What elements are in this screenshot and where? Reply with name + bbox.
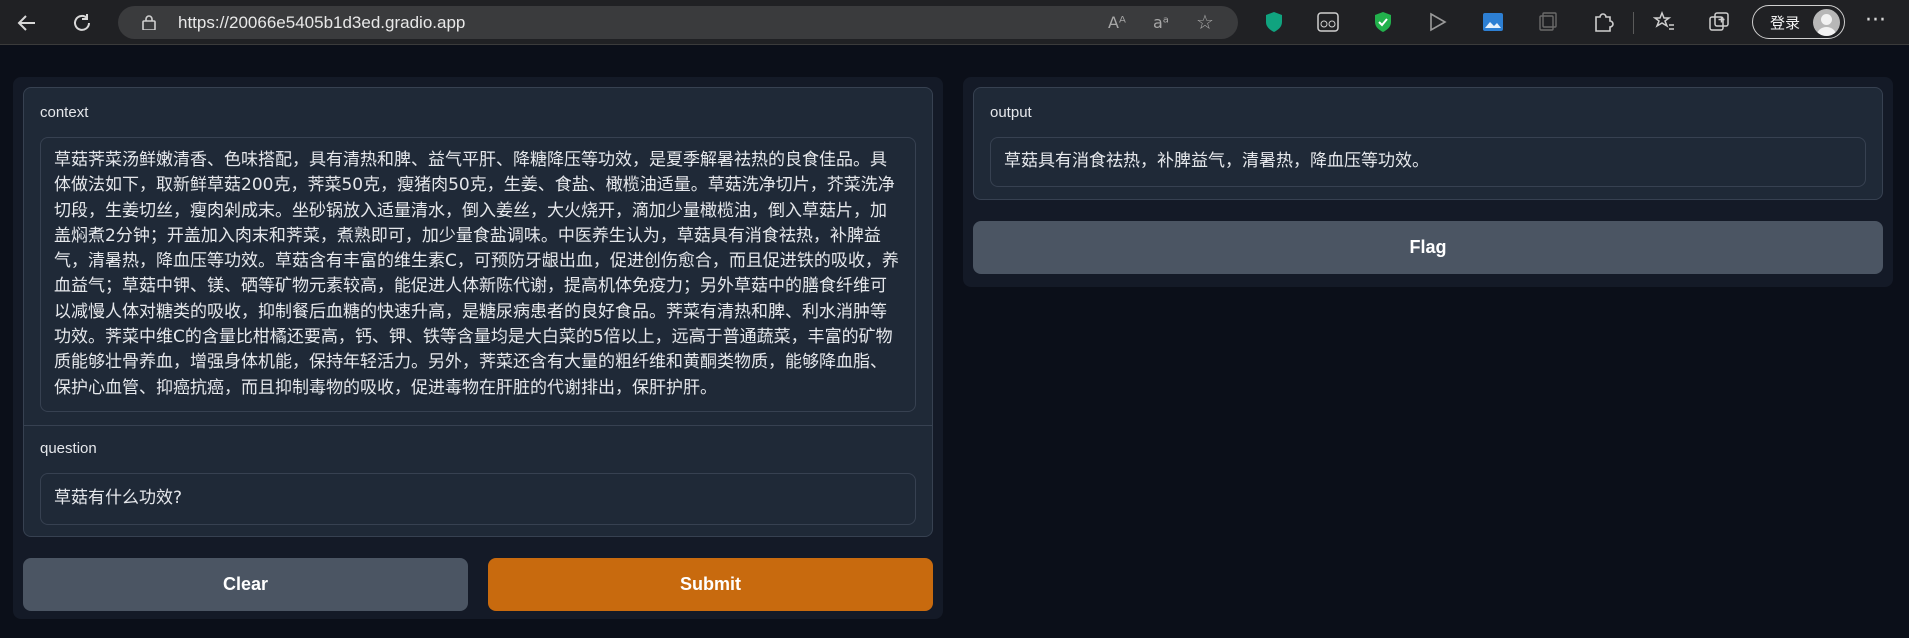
image-extension-icon[interactable] <box>1481 10 1505 34</box>
refresh-icon[interactable] <box>68 9 96 37</box>
context-textarea[interactable]: 草菇荠菜汤鲜嫩清香、色味搭配，具有清热和脾、益气平肝、降糖降压等功效，是夏季解暑… <box>40 137 916 412</box>
login-button[interactable]: 登录 <box>1752 5 1845 39</box>
context-label: context <box>40 104 89 121</box>
read-aloud-icon[interactable]: Aᴬ <box>1108 13 1126 32</box>
browser-toolbar: https://20066e5405b1d3ed.gradio.app Aᴬ a… <box>0 0 1909 45</box>
form-divider <box>24 425 932 426</box>
submit-button[interactable]: Submit <box>488 558 933 611</box>
glasses-extension-icon[interactable] <box>1316 10 1340 34</box>
collections-icon[interactable] <box>1707 10 1731 34</box>
avatar-icon <box>1813 9 1840 36</box>
flag-button[interactable]: Flag <box>973 221 1883 274</box>
back-arrow-icon[interactable] <box>13 9 41 37</box>
play-extension-icon[interactable] <box>1426 10 1450 34</box>
output-panel: output 草菇具有消食祛热，补脾益气，清暑热，降血压等功效。 Flag <box>963 77 1893 287</box>
translate-icon[interactable]: aᵃ <box>1153 13 1169 32</box>
more-icon[interactable]: ··· <box>1865 8 1886 33</box>
output-label: output <box>990 104 1032 121</box>
input-form: context 草菇荠菜汤鲜嫩清香、色味搭配，具有清热和脾、益气平肝、降糖降压等… <box>23 87 933 537</box>
toolbar-divider <box>1633 12 1634 34</box>
lock-icon[interactable] <box>142 15 156 30</box>
add-favorite-icon[interactable]: ☆ <box>1196 10 1214 34</box>
extensions-puzzle-icon[interactable] <box>1591 10 1615 34</box>
question-label: question <box>40 440 97 457</box>
login-label: 登录 <box>1770 14 1801 32</box>
input-panel: context 草菇荠菜汤鲜嫩清香、色味搭配，具有清热和脾、益气平肝、降糖降压等… <box>13 77 943 619</box>
output-textbox[interactable]: 草菇具有消食祛热，补脾益气，清暑热，降血压等功效。 <box>990 137 1866 187</box>
clear-button[interactable]: Clear <box>23 558 468 611</box>
collections-disabled-icon[interactable] <box>1536 10 1560 34</box>
favorites-icon[interactable] <box>1652 10 1676 34</box>
question-input[interactable]: 草菇有什么功效? <box>40 473 916 525</box>
output-block: output 草菇具有消食祛热，补脾益气，清暑热，降血压等功效。 <box>973 87 1883 200</box>
shield-extension-icon[interactable] <box>1262 10 1286 34</box>
adblock-extension-icon[interactable] <box>1371 10 1395 34</box>
url-text[interactable]: https://20066e5405b1d3ed.gradio.app <box>178 13 465 33</box>
address-bar[interactable]: https://20066e5405b1d3ed.gradio.app Aᴬ a… <box>118 6 1238 39</box>
